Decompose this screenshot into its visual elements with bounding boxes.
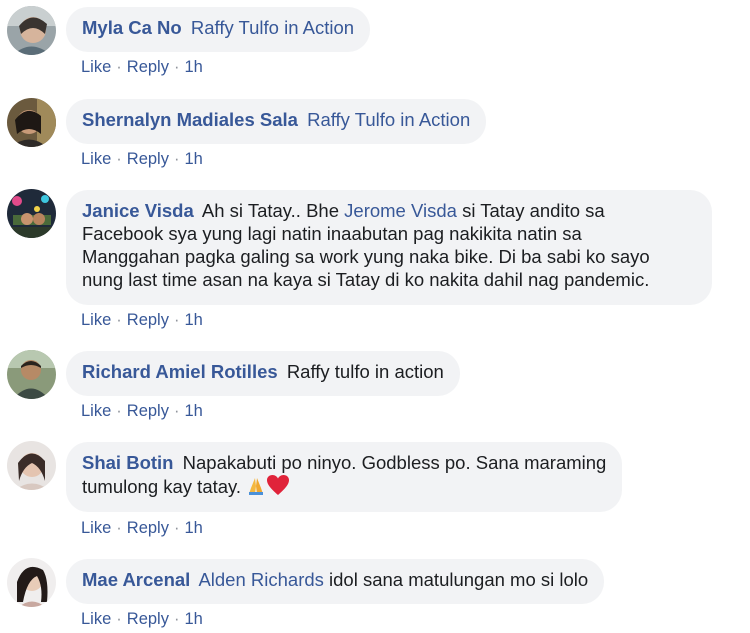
comment-bubble: Mae Arcenal Alden Richards idol sana mat… bbox=[66, 559, 605, 604]
comment-item: Myla Ca No Raffy Tulfo in Action Like · Re… bbox=[0, 0, 750, 90]
comment-item: Shai Botin Napakabuti po ninyo. Godbless… bbox=[0, 435, 750, 550]
reply-link[interactable]: Reply bbox=[127, 402, 169, 420]
comment-item: Richard Amiel Rotilles Raffy tulfo in ac… bbox=[0, 344, 750, 434]
separator-dot: · bbox=[173, 58, 180, 76]
comment-actions: Like · Reply · 1h bbox=[81, 610, 203, 629]
comment-mention[interactable]: Jerome Visda bbox=[344, 200, 457, 221]
folded-hands-emoji bbox=[246, 476, 266, 501]
comment-timestamp[interactable]: 1h bbox=[184, 402, 202, 420]
like-link[interactable]: Like bbox=[81, 610, 111, 628]
reply-link[interactable]: Reply bbox=[127, 519, 169, 537]
comment-bubble: Shai Botin Napakabuti po ninyo. Godbless… bbox=[66, 442, 623, 512]
avatar[interactable] bbox=[7, 558, 56, 607]
separator-dot: · bbox=[116, 519, 122, 537]
separator-dot: · bbox=[173, 519, 180, 537]
like-link[interactable]: Like bbox=[81, 402, 111, 420]
comment-mention[interactable]: Raffy Tulfo in Action bbox=[191, 17, 354, 38]
reply-link[interactable]: Reply bbox=[127, 311, 169, 329]
comment-timestamp[interactable]: 1h bbox=[184, 519, 202, 537]
comment-text: Facebook sya yung lagi natin inaabutan p… bbox=[82, 223, 582, 244]
comment-item: Mae Arcenal Alden Richards idol sana mat… bbox=[0, 552, 750, 633]
comment-text: Ah si Tatay.. Bhe bbox=[201, 200, 340, 221]
comment-actions: Like · Reply · 1h bbox=[81, 311, 203, 330]
like-link[interactable]: Like bbox=[81, 150, 111, 168]
like-link[interactable]: Like bbox=[81, 311, 111, 329]
comment-bubble: Myla Ca No Raffy Tulfo in Action bbox=[66, 7, 371, 52]
separator-dot: · bbox=[116, 610, 122, 628]
comment-actions: Like · Reply · 1h bbox=[81, 150, 203, 169]
comment-timestamp[interactable]: 1h bbox=[184, 610, 202, 628]
comment-author[interactable]: Myla Ca No bbox=[82, 17, 182, 38]
comment-timestamp[interactable]: 1h bbox=[184, 311, 202, 329]
separator-dot: · bbox=[173, 311, 180, 329]
comment-text: tumulong kay tatay. bbox=[82, 476, 242, 497]
comment-bubble: Richard Amiel Rotilles Raffy tulfo in ac… bbox=[66, 351, 460, 396]
comment-actions: Like · Reply · 1h bbox=[81, 402, 203, 421]
separator-dot: · bbox=[116, 150, 122, 168]
comment-text: nung last time asan na kaya si Tatay di … bbox=[82, 269, 650, 290]
comment-bubble: Janice Visda Ah si Tatay.. Bhe Jerome Vi… bbox=[66, 190, 712, 305]
reply-link[interactable]: Reply bbox=[127, 610, 169, 628]
comment-line: tumulong kay tatay. bbox=[82, 474, 606, 501]
separator-dot: · bbox=[173, 150, 180, 168]
comment-author[interactable]: Shernalyn Madiales Sala bbox=[82, 109, 298, 130]
comment-author[interactable]: Mae Arcenal bbox=[82, 569, 190, 590]
separator-dot: · bbox=[173, 402, 180, 420]
comment-author[interactable]: Shai Botin bbox=[82, 452, 173, 473]
comment-actions: Like · Reply · 1h bbox=[81, 519, 203, 538]
comment-actions: Like · Reply · 1h bbox=[81, 58, 203, 77]
comment-item: Janice Visda Ah si Tatay.. Bhe Jerome Vi… bbox=[0, 183, 750, 343]
comment-item: Shernalyn Madiales Sala Raffy Tulfo in A… bbox=[0, 92, 750, 182]
like-link[interactable]: Like bbox=[81, 58, 111, 76]
comment-text: Napakabuti po ninyo. Godbless po. Sana m… bbox=[182, 452, 607, 473]
separator-dot: · bbox=[116, 402, 122, 420]
comment-line: Shai Botin Napakabuti po ninyo. Godbless… bbox=[82, 451, 606, 474]
avatar[interactable] bbox=[7, 189, 56, 238]
comment-author[interactable]: Janice Visda bbox=[82, 200, 194, 221]
like-link[interactable]: Like bbox=[81, 519, 111, 537]
comment-mention[interactable]: Alden Richards bbox=[198, 569, 323, 590]
separator-dot: · bbox=[116, 311, 122, 329]
reply-link[interactable]: Reply bbox=[127, 58, 169, 76]
comment-mention[interactable]: Raffy Tulfo in Action bbox=[307, 109, 470, 130]
reply-link[interactable]: Reply bbox=[127, 150, 169, 168]
avatar[interactable] bbox=[7, 441, 56, 490]
avatar[interactable] bbox=[7, 350, 56, 399]
comment-timestamp[interactable]: 1h bbox=[184, 58, 202, 76]
comment-text: idol sana matulungan mo si lolo bbox=[329, 569, 589, 590]
comment-author[interactable]: Richard Amiel Rotilles bbox=[82, 361, 278, 382]
comment-text: si Tatay andito sa bbox=[462, 200, 605, 221]
comment-timestamp[interactable]: 1h bbox=[184, 150, 202, 168]
separator-dot: · bbox=[116, 58, 122, 76]
red-heart-emoji bbox=[266, 474, 290, 501]
avatar[interactable] bbox=[7, 98, 56, 147]
separator-dot: · bbox=[173, 610, 180, 628]
comment-line: Janice Visda Ah si Tatay.. Bhe Jerome Vi… bbox=[82, 199, 696, 222]
comment-text: Raffy tulfo in action bbox=[286, 361, 444, 382]
comment-text: Manggahan pagka galing sa work yung naka… bbox=[82, 246, 650, 267]
comment-bubble: Shernalyn Madiales Sala Raffy Tulfo in A… bbox=[66, 99, 487, 144]
avatar[interactable] bbox=[7, 6, 56, 55]
